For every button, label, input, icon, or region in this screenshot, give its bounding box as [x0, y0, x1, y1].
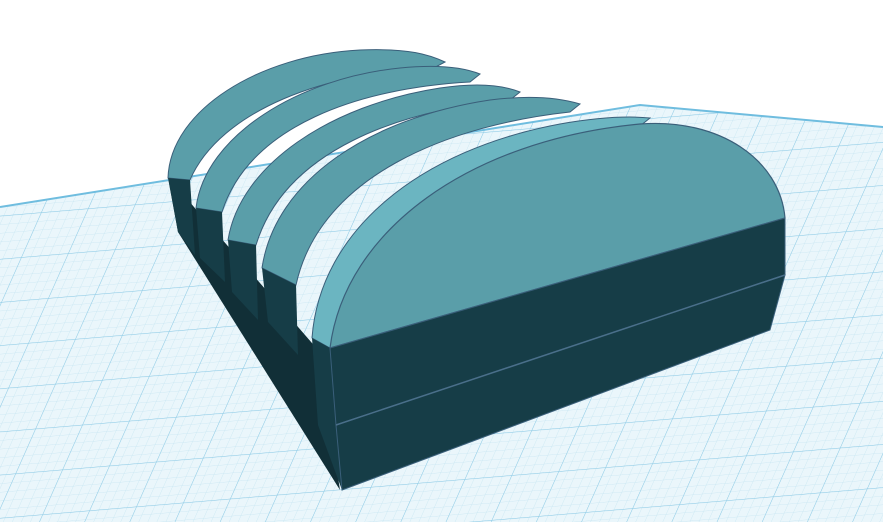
3d-viewport[interactable] [0, 0, 883, 522]
